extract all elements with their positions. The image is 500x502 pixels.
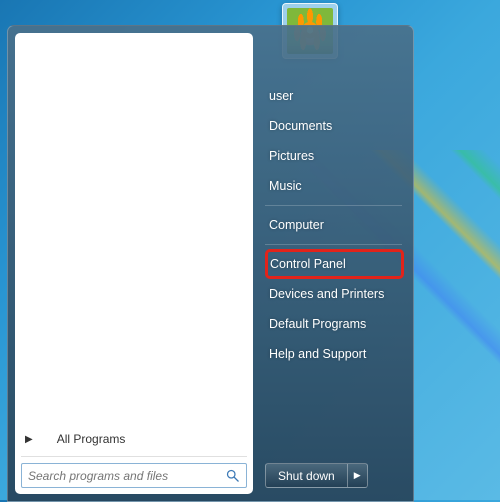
menu-item-label: Default Programs <box>269 317 366 331</box>
search-icon <box>225 468 240 483</box>
menu-item-computer[interactable]: Computer <box>265 210 406 240</box>
system-links-list: user Documents Pictures Music Computer C… <box>265 81 406 463</box>
menu-item-devices-printers[interactable]: Devices and Printers <box>265 279 406 309</box>
menu-item-help-support[interactable]: Help and Support <box>265 339 406 369</box>
search-box[interactable] <box>21 463 247 488</box>
start-menu: ▶ All Programs user Documents Picture <box>7 25 414 502</box>
menu-item-label: user <box>269 89 293 103</box>
search-container <box>15 463 253 494</box>
all-programs-label: All Programs <box>57 432 126 446</box>
menu-item-label: Devices and Printers <box>269 287 384 301</box>
divider <box>21 456 247 457</box>
shutdown-label: Shut down <box>278 469 335 483</box>
menu-item-label: Documents <box>269 119 332 133</box>
menu-item-label: Pictures <box>269 149 314 163</box>
search-input[interactable] <box>28 469 225 483</box>
shutdown-options-button[interactable]: ▶ <box>348 463 368 488</box>
shutdown-row: Shut down ▶ <box>265 463 406 488</box>
menu-item-label: Help and Support <box>269 347 366 361</box>
separator <box>265 244 402 245</box>
separator <box>265 205 402 206</box>
menu-item-music[interactable]: Music <box>265 171 406 201</box>
menu-item-default-programs[interactable]: Default Programs <box>265 309 406 339</box>
menu-item-pictures[interactable]: Pictures <box>265 141 406 171</box>
triangle-right-icon: ▶ <box>354 470 361 481</box>
all-programs-button[interactable]: ▶ All Programs <box>15 424 253 454</box>
menu-item-label: Computer <box>269 218 324 232</box>
shutdown-button[interactable]: Shut down <box>265 463 348 488</box>
menu-item-label: Music <box>269 179 302 193</box>
start-menu-right-panel: user Documents Pictures Music Computer C… <box>253 33 406 494</box>
tutorial-highlight: Control Panel <box>265 249 404 279</box>
pinned-programs-area <box>15 33 253 424</box>
start-menu-left-panel: ▶ All Programs <box>15 33 253 494</box>
menu-item-control-panel[interactable]: Control Panel <box>270 257 393 271</box>
menu-item-user[interactable]: user <box>265 81 406 111</box>
triangle-right-icon: ▶ <box>25 434 33 445</box>
menu-item-label: Control Panel <box>270 257 346 271</box>
menu-item-documents[interactable]: Documents <box>265 111 406 141</box>
